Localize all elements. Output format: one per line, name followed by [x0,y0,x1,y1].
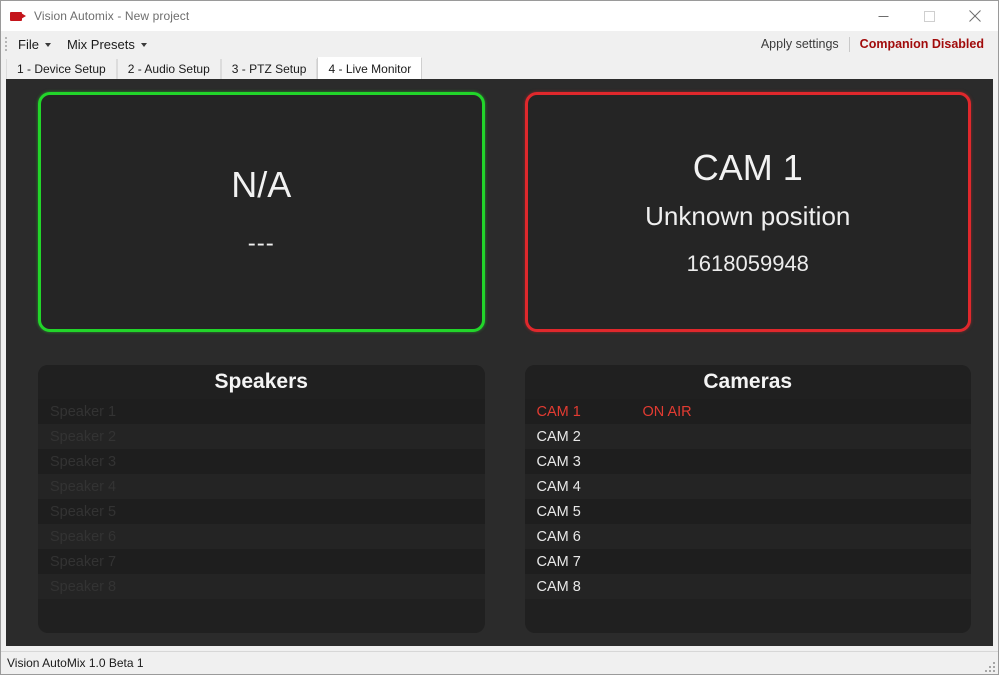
list-item[interactable]: Speaker 6 [38,524,485,549]
list-item[interactable]: Speaker 4 [38,474,485,499]
close-icon[interactable] [952,1,998,31]
list-item[interactable]: Speaker 3 [38,449,485,474]
table-row[interactable]: CAM 2 [524,424,971,449]
chevron-down-icon [140,43,147,47]
menu-item-mix-presets[interactable]: Mix Presets [59,33,155,55]
speakers-list: Speaker 1 Speaker 2 Speaker 3 Speaker 4 [38,399,485,633]
program-monitor-id: 1618059948 [686,251,809,276]
cameras-list: CAM 1 ON AIR CAM 2 CAM 3 CAM 4 CAM 5 CAM… [524,399,972,633]
preview-monitor-subtitle: --- [247,229,275,257]
window-controls [860,1,998,31]
camera-name: CAM 2 [536,428,581,445]
speaker-name: Speaker 2 [50,428,117,445]
tab-ptz-setup-label: 3 - PTZ Setup [231,62,307,76]
tab-device-setup-label: 1 - Device Setup [17,62,106,76]
speaker-name: Speaker 6 [50,528,117,545]
program-monitor-title: CAM 1 [692,146,803,188]
table-row[interactable]: CAM 8 [524,574,971,599]
app-window: Vision Automix - New project File Mix Pr… [0,0,999,675]
list-bottom-padding [38,599,485,613]
camera-name: CAM 1 [536,403,581,420]
cameras-panel-header: Cameras [524,365,971,399]
list-item[interactable]: Speaker 5 [38,499,485,524]
table-row[interactable]: CAM 1 ON AIR [524,399,971,424]
tab-audio-setup-label: 2 - Audio Setup [127,62,210,76]
minimize-icon[interactable] [860,1,906,31]
companion-status-badge[interactable]: Companion Disabled [850,37,990,51]
speaker-name: Speaker 8 [50,578,117,595]
status-bar-text: Vision AutoMix 1.0 Beta 1 [7,656,144,670]
menu-bar-right: Apply settings Companion Disabled [751,31,990,57]
table-row[interactable]: CAM 6 [524,524,971,549]
camera-name: CAM 5 [536,503,581,520]
chevron-down-icon [44,43,51,47]
video-camera-icon [10,10,27,23]
title-bar-left: Vision Automix - New project [1,9,189,23]
tab-strip: 1 - Device Setup 2 - Audio Setup 3 - PTZ… [1,57,998,79]
speakers-panel-header: Speakers [38,365,485,399]
resize-grip[interactable] [983,660,995,672]
list-item[interactable]: Speaker 8 [38,574,485,599]
cameras-panel: Cameras CAM 1 ON AIR CAM 2 CAM 3 CAM 4 C… [524,365,972,633]
menu-item-file[interactable]: File [10,33,59,55]
menu-item-mix-presets-label: Mix Presets [66,36,135,52]
table-row[interactable]: CAM 4 [524,474,971,499]
title-bar[interactable]: Vision Automix - New project [1,1,998,31]
tab-live-monitor[interactable]: 4 - Live Monitor [317,57,423,79]
camera-name: CAM 8 [536,578,581,595]
list-item[interactable]: Speaker 7 [38,549,485,574]
list-bottom-padding [525,599,972,613]
speaker-name: Speaker 4 [50,478,117,495]
status-bar: Vision AutoMix 1.0 Beta 1 [1,651,998,674]
maximize-icon[interactable] [906,1,952,31]
monitor-grid: N/A --- CAM 1 Unknown position 161805994… [6,79,993,646]
list-item[interactable]: Speaker 2 [38,424,485,449]
tab-audio-setup[interactable]: 2 - Audio Setup [116,59,221,79]
program-monitor-subtitle: Unknown position [645,200,851,231]
camera-name: CAM 3 [536,453,581,470]
menu-bar: File Mix Presets Apply settings Companio… [1,31,998,57]
table-row[interactable]: CAM 7 [524,549,971,574]
live-monitor-panel: N/A --- CAM 1 Unknown position 161805994… [6,79,993,646]
camera-status-badge: ON AIR [642,403,692,420]
menu-drag-handle[interactable] [1,31,10,57]
speaker-name: Speaker 5 [50,503,117,520]
table-row[interactable]: CAM 3 [524,449,971,474]
window-title: Vision Automix - New project [34,9,190,23]
preview-monitor-title: N/A [231,164,292,206]
tab-device-setup[interactable]: 1 - Device Setup [6,59,117,79]
table-row[interactable]: CAM 5 [524,499,971,524]
list-item[interactable]: Speaker 1 [38,399,485,424]
apply-settings-button[interactable]: Apply settings [751,37,849,51]
program-monitor-card[interactable]: CAM 1 Unknown position 1618059948 [524,92,971,332]
preview-monitor-card[interactable]: N/A --- [38,92,485,332]
menu-item-file-label: File [18,36,39,52]
tab-live-monitor-label: 4 - Live Monitor [328,61,412,76]
speaker-name: Speaker 7 [50,553,117,570]
speaker-name: Speaker 3 [50,453,117,470]
speakers-panel: Speakers Speaker 1 Speaker 2 Speaker 3 S… [38,365,485,633]
camera-name: CAM 6 [536,528,581,545]
speaker-name: Speaker 1 [50,403,117,420]
camera-name: CAM 7 [536,553,581,570]
camera-name: CAM 4 [536,478,581,495]
tab-ptz-setup[interactable]: 3 - PTZ Setup [220,59,318,79]
